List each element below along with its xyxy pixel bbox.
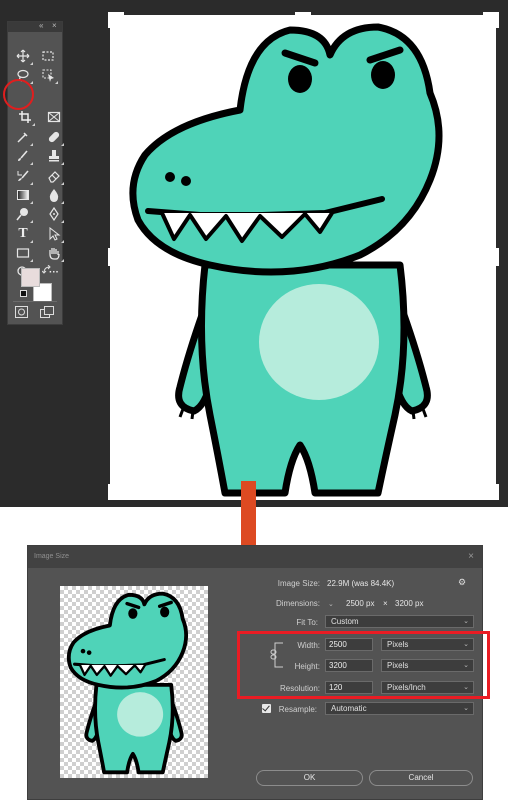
type-icon: T xyxy=(18,226,28,241)
dialog-titlebar: Image Size × xyxy=(28,546,482,568)
hand-icon xyxy=(49,248,60,260)
image-size-value: 22.9M (was 84.4K) xyxy=(327,579,395,588)
move-tool[interactable] xyxy=(14,47,33,65)
path-select-tool[interactable] xyxy=(45,225,64,243)
healing-tool[interactable] xyxy=(45,128,64,146)
eraser-tool[interactable] xyxy=(45,167,64,185)
chevron-down-icon: ⌄ xyxy=(463,705,469,712)
crop-tool-highlight xyxy=(3,79,34,110)
tools-panel: « × T ··· xyxy=(7,21,64,325)
dimensions-times: × xyxy=(383,599,388,608)
dialog-title: Image Size xyxy=(34,553,70,560)
stamp-tool[interactable] xyxy=(45,147,64,165)
tools-panel-header[interactable]: « × xyxy=(8,21,62,32)
dimensions-width: 2500 px xyxy=(346,599,375,608)
fit-to-select[interactable]: Custom ⌄ xyxy=(325,615,474,628)
dimensions-height: 3200 px xyxy=(395,599,424,608)
more-tools[interactable]: ··· xyxy=(45,263,63,281)
crocodile-preview-illustration xyxy=(66,591,189,775)
ellipsis-icon: ··· xyxy=(49,266,59,278)
zoom-icon xyxy=(17,266,30,279)
gradient-icon xyxy=(17,190,29,200)
rectangle-icon xyxy=(16,248,30,258)
frame-tool[interactable] xyxy=(45,108,63,126)
history-brush-tool[interactable] xyxy=(14,167,33,185)
document-canvas[interactable] xyxy=(110,15,496,500)
size-fields-highlight xyxy=(237,631,490,699)
marquee-tool[interactable] xyxy=(39,47,57,65)
object-select-icon xyxy=(42,69,54,82)
eyedropper-icon xyxy=(17,132,28,143)
arrow-icon xyxy=(49,227,61,241)
image-size-label: Image Size: xyxy=(277,579,320,588)
brush-tool[interactable] xyxy=(14,147,33,165)
collapse-icon[interactable]: « xyxy=(39,21,43,30)
bandage-icon xyxy=(48,131,60,143)
pen-icon xyxy=(49,207,59,221)
dimensions-dropdown-icon[interactable]: ⌄ xyxy=(328,600,334,608)
photoshop-workspace: « × T ··· xyxy=(0,0,508,507)
rectangle-tool[interactable] xyxy=(14,244,33,262)
resample-value: Automatic xyxy=(331,704,367,713)
eyedropper-tool[interactable] xyxy=(14,128,33,146)
dodge-tool[interactable] xyxy=(14,205,33,223)
blur-tool[interactable] xyxy=(45,186,64,204)
dodge-icon xyxy=(16,208,28,221)
ok-button[interactable]: OK xyxy=(256,770,363,786)
hand-tool[interactable] xyxy=(45,244,64,262)
type-tool[interactable]: T xyxy=(14,225,33,243)
history-brush-icon xyxy=(17,170,29,181)
resample-select[interactable]: Automatic ⌄ xyxy=(325,702,474,715)
resample-label: Resample: xyxy=(278,705,317,714)
pen-tool[interactable] xyxy=(45,205,64,223)
crop-tool[interactable] xyxy=(16,108,35,126)
fit-to-label: Fit To: xyxy=(296,618,318,627)
close-icon[interactable]: × xyxy=(52,21,57,30)
brush-icon xyxy=(18,150,28,161)
gear-icon[interactable]: ⚙ xyxy=(458,577,466,588)
fit-to-value: Custom xyxy=(331,617,359,626)
move-icon xyxy=(16,49,30,63)
image-preview[interactable] xyxy=(60,586,208,778)
chevron-down-icon: ⌄ xyxy=(463,618,469,625)
crop-icon xyxy=(19,111,31,123)
marquee-icon xyxy=(42,51,54,61)
frame-icon xyxy=(47,111,61,123)
close-icon[interactable]: × xyxy=(468,546,474,568)
eraser-icon xyxy=(48,171,60,183)
stamp-icon xyxy=(49,150,59,162)
cancel-button[interactable]: Cancel xyxy=(369,770,473,786)
crocodile-illustration xyxy=(129,23,443,497)
zoom-tool[interactable] xyxy=(14,263,32,281)
drop-icon xyxy=(49,189,59,202)
dimensions-label: Dimensions: xyxy=(275,599,320,608)
gradient-tool[interactable] xyxy=(14,186,33,204)
object-select-tool[interactable] xyxy=(39,66,58,84)
